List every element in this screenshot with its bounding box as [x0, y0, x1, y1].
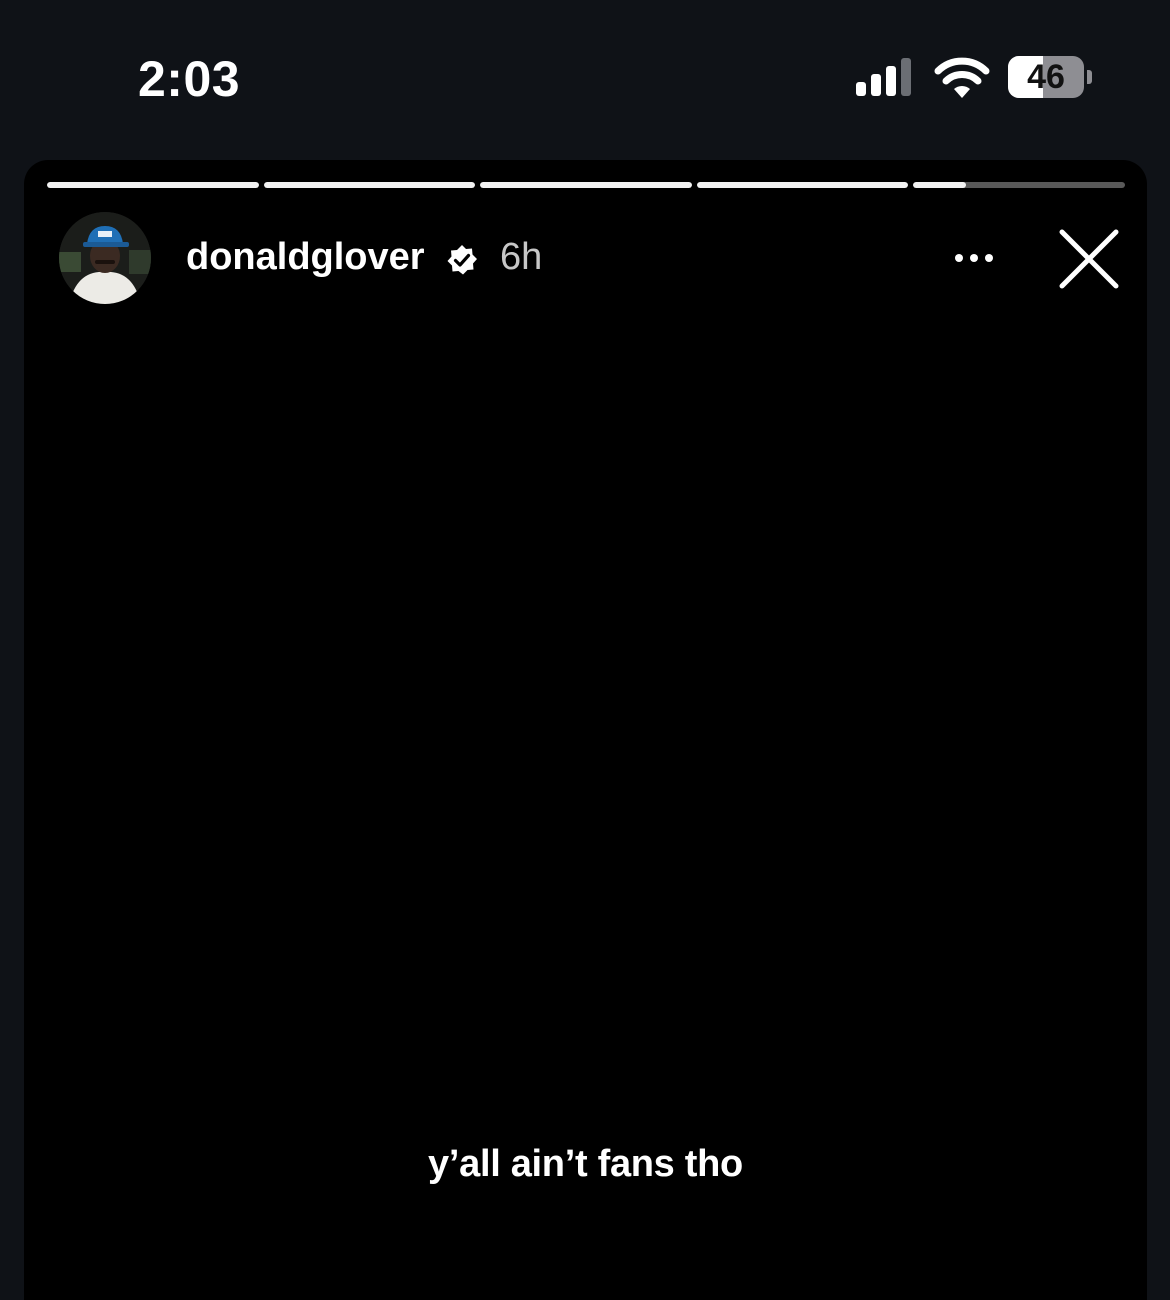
- story-username[interactable]: donaldglover: [186, 236, 425, 279]
- story-progress-segment: [263, 182, 476, 188]
- status-bar: 2:03 46: [0, 0, 1170, 150]
- avatar-photo: [59, 212, 151, 304]
- battery-body: 46: [1008, 56, 1084, 98]
- more-options-button[interactable]: [944, 234, 1004, 282]
- wifi-icon: [934, 57, 990, 98]
- story-timestamp: 6h: [500, 236, 543, 278]
- story-progress-bar: [47, 182, 1125, 188]
- story-progress-fill: [480, 182, 692, 188]
- battery-indicator: 46: [1008, 56, 1098, 100]
- story-progress-segment: [480, 182, 692, 188]
- close-icon: [1059, 229, 1119, 289]
- story-progress-segment: [47, 182, 259, 188]
- verified-badge-icon: [447, 245, 477, 275]
- story-progress-fill: [696, 182, 909, 188]
- story-caption-text: y’all ain’t fans tho: [428, 1143, 743, 1185]
- story-progress-segment: [696, 182, 909, 188]
- story-progress-segment: [913, 182, 1125, 188]
- close-button[interactable]: [1054, 224, 1124, 294]
- story-viewer[interactable]: donaldglover 6h y’all ain’t fans tho: [24, 160, 1147, 1300]
- story-progress-fill: [913, 182, 967, 188]
- more-options-dot: [970, 254, 978, 262]
- avatar[interactable]: [59, 212, 151, 304]
- status-time: 2:03: [138, 51, 241, 107]
- battery-cap: [1087, 70, 1092, 84]
- story-progress-fill: [263, 182, 476, 188]
- story-header: donaldglover 6h: [24, 212, 1147, 304]
- story-progress-fill: [47, 182, 259, 188]
- more-options-dot: [985, 254, 993, 262]
- battery-level: 46: [1027, 58, 1065, 96]
- cellular-signal-icon: [856, 58, 911, 96]
- more-options-icon: [955, 254, 963, 262]
